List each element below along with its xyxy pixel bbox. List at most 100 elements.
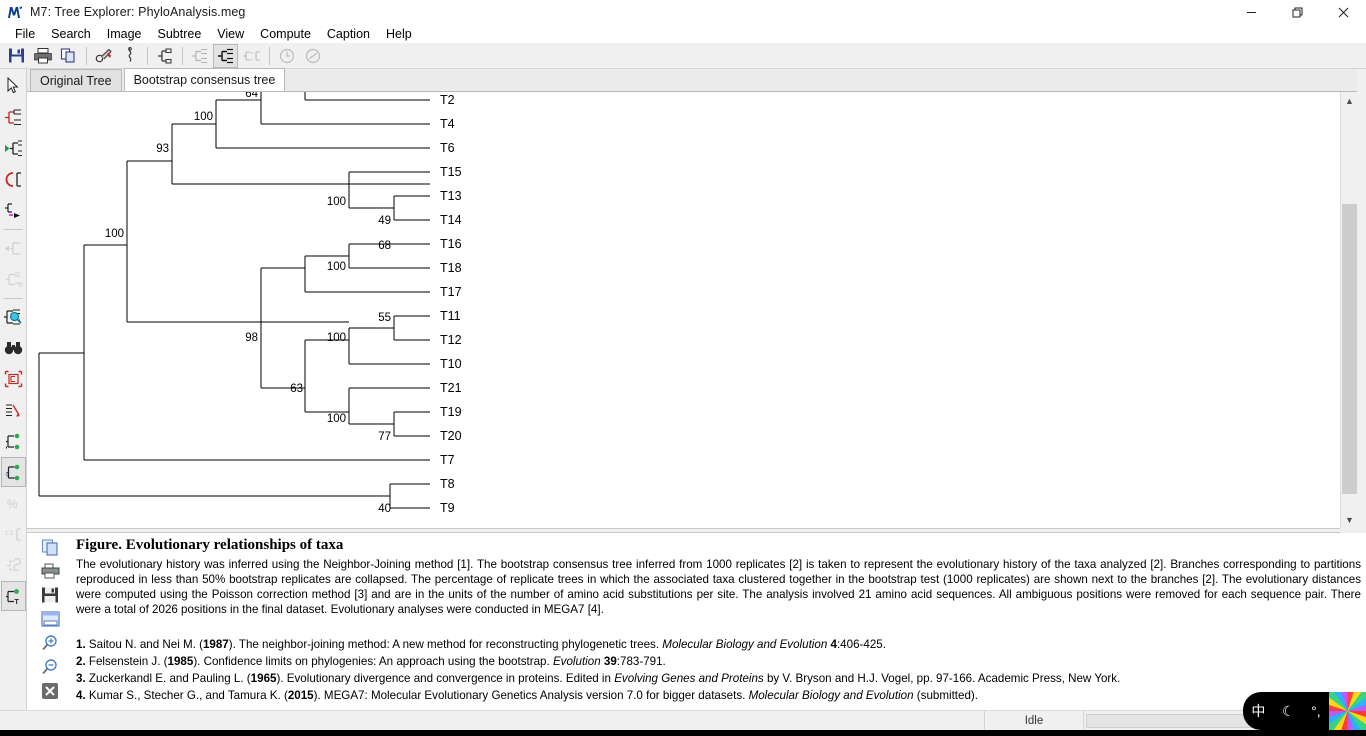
menu-image[interactable]: Image: [99, 26, 150, 42]
bootstrap-value-77: 77: [378, 431, 391, 443]
minimize-button[interactable]: [1228, 0, 1274, 24]
taskbar[interactable]: [0, 730, 1366, 736]
leaf-label-T4: T4: [440, 117, 455, 131]
leaf-label-T7: T7: [440, 453, 455, 467]
tab-original-tree[interactable]: Original Tree: [30, 69, 122, 91]
expand-subtree-icon[interactable]: [1, 233, 26, 263]
ime-language-icon[interactable]: 中: [1251, 704, 1265, 718]
export-caption-icon[interactable]: [37, 559, 63, 583]
copy-icon[interactable]: [56, 44, 81, 68]
tree-vertical-scrollbar[interactable]: ▲ ▼: [1340, 92, 1358, 528]
divergence-time-icon[interactable]: [300, 44, 325, 68]
close-caption-icon[interactable]: [37, 679, 63, 703]
scroll-down-icon[interactable]: ▼: [1341, 511, 1358, 528]
bootstrap-value-49: 49: [378, 215, 391, 227]
bootstrap-value-100-e: 100: [327, 413, 346, 425]
reference-item: 3. Zuckerkandl E. and Pauling L. (1965).…: [76, 670, 1361, 687]
node-ids-icon[interactable]: [1, 550, 26, 580]
save-caption-icon[interactable]: [37, 583, 63, 607]
show-topology-icon[interactable]: [1, 395, 26, 425]
reference-list: 1. Saitou N. and Nei M. (1987). The neig…: [76, 636, 1361, 704]
percent-icon[interactable]: %: [1, 488, 26, 518]
phylogenetic-tree[interactable]: T2 T4 T6 T15 T13 T14 T16 T18 T17 T11 T12…: [27, 92, 1340, 528]
ref-journal: Molecular Biology and Evolution: [748, 689, 914, 702]
menubar: File Search Image Subtree View Compute C…: [0, 24, 1366, 43]
save-icon[interactable]: [4, 44, 29, 68]
zoom-out-icon[interactable]: [37, 655, 63, 679]
status-text: Idle: [984, 710, 1084, 731]
menu-file[interactable]: File: [7, 26, 43, 42]
leaf-label-T10: T10: [440, 357, 462, 371]
maximize-button[interactable]: [1274, 0, 1320, 24]
ref-number: 4.: [76, 689, 86, 702]
find-subtree-icon[interactable]: [1, 302, 26, 332]
tray-color-swatch[interactable]: [1329, 692, 1366, 730]
subtree-drawing-icon[interactable]: [1, 264, 26, 294]
left-toolbar: 5 % 1.1 T: [0, 69, 27, 710]
menu-help[interactable]: Help: [378, 26, 420, 42]
branch-length-icon[interactable]: [1, 426, 26, 456]
ref-year: 1985: [167, 655, 194, 668]
ref-authors: Saitou N. and Nei M. (: [88, 638, 203, 651]
caption-toolbar: [35, 535, 65, 703]
menu-search[interactable]: Search: [43, 26, 99, 42]
decimal-places-icon[interactable]: 1.1: [1, 519, 26, 549]
leaf-label-T12: T12: [440, 333, 462, 347]
topology-tree-icon[interactable]: [152, 44, 177, 68]
ref-volume: 39: [600, 655, 617, 668]
ref-journal: Evolving Genes and Proteins: [614, 672, 764, 685]
toolbar: a b: [0, 43, 1366, 69]
pointer-tool-icon[interactable]: [1, 71, 26, 101]
leaf-label-T15: T15: [440, 165, 462, 179]
bootstrap-value-group: 64 100 93 100 49 68 100 100 98 55 100 63…: [105, 92, 391, 515]
flip-subtree-icon[interactable]: [1, 102, 26, 132]
window-title: M7: Tree Explorer: PhyloAnalysis.meg: [30, 5, 246, 19]
tab-bootstrap-consensus-tree[interactable]: Bootstrap consensus tree: [123, 68, 286, 91]
bootstrap-value-68: 68: [378, 240, 391, 252]
bootstrap-value-63: 63: [290, 383, 303, 395]
ime-indicator[interactable]: 中 ☾ °,: [1243, 692, 1329, 730]
leaf-label-T18: T18: [440, 261, 462, 275]
ime-degree-icon[interactable]: °,: [1311, 704, 1321, 718]
compress-subtree-icon[interactable]: [1, 195, 26, 225]
leaf-label-T9: T9: [440, 501, 455, 515]
binoculars-icon[interactable]: [1, 333, 26, 363]
bootstrap-tree-icon[interactable]: [213, 43, 238, 68]
swap-subtree-icon[interactable]: [1, 133, 26, 163]
fit-caption-icon[interactable]: [37, 607, 63, 631]
menu-view[interactable]: View: [209, 26, 252, 42]
taxon-names-icon[interactable]: T: [0, 581, 26, 611]
leaf-label-T11: T11: [440, 309, 461, 323]
tree-options-icon[interactable]: [91, 44, 116, 68]
leaf-label-T2: T2: [440, 93, 455, 107]
menu-caption[interactable]: Caption: [319, 26, 378, 42]
print-icon[interactable]: [30, 44, 55, 68]
caption-title: Figure. Evolutionary relationships of ta…: [76, 537, 344, 553]
svg-text:1.1: 1.1: [5, 531, 14, 537]
toolbar-separator-1: [86, 46, 87, 65]
original-tree-icon[interactable]: [187, 44, 212, 68]
menu-subtree[interactable]: Subtree: [150, 26, 210, 42]
fit-to-screen-icon[interactable]: [1, 364, 26, 394]
reference-item: 4. Kumar S., Stecher G., and Tamura K. (…: [76, 687, 1361, 704]
scroll-up-icon[interactable]: ▲: [1341, 92, 1358, 109]
scrollbar-thumb[interactable]: [1342, 204, 1357, 494]
ref-number: 3.: [76, 672, 86, 685]
left-separator-b: [3, 298, 23, 299]
close-button[interactable]: [1320, 0, 1366, 24]
condensed-tree-icon[interactable]: a b: [239, 44, 264, 68]
ime-moon-icon[interactable]: ☾: [1282, 704, 1295, 718]
zoom-in-icon[interactable]: [37, 631, 63, 655]
menu-compute[interactable]: Compute: [252, 26, 319, 42]
branch-style-icon[interactable]: [117, 44, 142, 68]
svg-text:T: T: [14, 599, 19, 605]
tree-canvas[interactable]: T2 T4 T6 T15 T13 T14 T16 T18 T17 T11 T12…: [27, 92, 1340, 528]
ref-pages: :406-425.: [836, 638, 886, 651]
copy-caption-icon[interactable]: [37, 535, 63, 559]
leaf-label-T20: T20: [440, 429, 462, 443]
root-tree-icon[interactable]: [1, 164, 26, 194]
time-tree-icon[interactable]: [274, 44, 299, 68]
stat-values-icon[interactable]: 5: [0, 457, 26, 487]
ref-journal: Evolution: [552, 655, 601, 668]
leaf-label-T8: T8: [440, 477, 455, 491]
